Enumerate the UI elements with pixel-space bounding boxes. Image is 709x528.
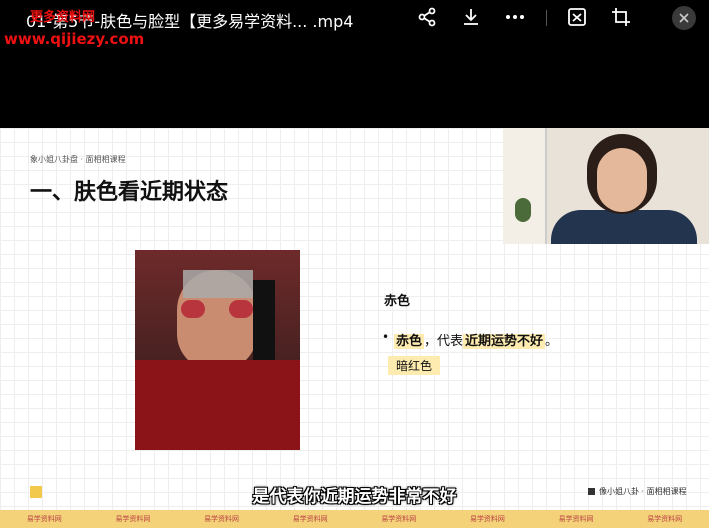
screenshot-icon[interactable] [566, 6, 588, 28]
slide-tag: 象小姐八卦盘 · 面相相课程 [30, 155, 126, 164]
bottom-watermark-strip: 易学资料网 易学资料网 易学资料网 易学资料网 易学资料网 易学资料网 易学资料… [0, 510, 709, 528]
presenter-webcam [503, 128, 709, 244]
bullet-term: 赤色 [394, 334, 425, 349]
bullet-text: 赤色 ，代表 近期运势不好。 [394, 330, 558, 349]
crop-icon[interactable] [610, 6, 632, 28]
strip-cell: 易学资料网 [115, 515, 151, 523]
bullet-sep: ，代表 [424, 334, 464, 349]
bullet-highlight: 近期运势不好 [463, 334, 546, 349]
watermark-url: www.qijiezy.com [4, 30, 145, 48]
example-face-photo [135, 250, 300, 450]
color-label: 赤色 [384, 294, 411, 309]
close-button[interactable] [672, 6, 696, 30]
video-subtitle: 是代表你近期运势非常不好 [252, 487, 457, 507]
strip-cell: 易学资料网 [647, 515, 683, 523]
strip-cell: 易学资料网 [26, 515, 62, 523]
video-frame-slide[interactable]: 象小姐八卦盘 · 面相相课程 一、肤色看近期状态 赤色 • 赤色 ，代表 近期运势不… [0, 128, 709, 510]
strip-cell: 易学资料网 [204, 515, 240, 523]
bullet-dot: • [382, 330, 390, 344]
more-icon[interactable] [504, 6, 526, 28]
share-icon[interactable] [416, 6, 438, 28]
video-title-bar: 01-第5节-肤色与脸型【更多易学资料... .mp4 更多资料网 www.qi… [0, 0, 709, 128]
slide-heading: 一、肤色看近期状态 [30, 180, 229, 205]
toolbar-divider [546, 10, 547, 26]
watermark-site-name: 更多资料网 [30, 10, 96, 25]
strip-cell: 易学资料网 [381, 515, 417, 523]
strip-cell: 易学资料网 [292, 515, 328, 523]
sub-color-tag: 暗红色 [388, 356, 441, 375]
strip-cell: 易学资料网 [469, 515, 505, 523]
bullet-end: 。 [545, 334, 559, 349]
download-icon[interactable] [460, 6, 482, 28]
strip-cell: 易学资料网 [558, 515, 594, 523]
close-icon [679, 13, 689, 23]
